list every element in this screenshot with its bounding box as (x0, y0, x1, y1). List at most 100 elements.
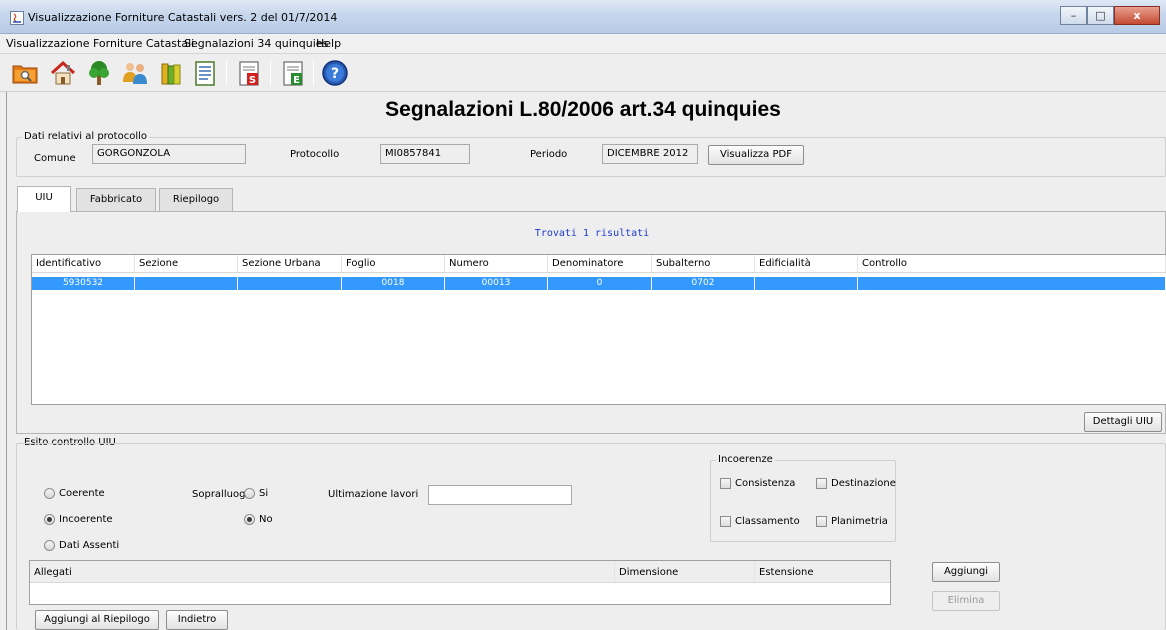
incoerenze-group (710, 460, 896, 542)
document-s-icon[interactable]: S (234, 58, 264, 88)
column-header[interactable]: Foglio (342, 255, 445, 272)
menubar: Visualizzazione Forniture Catastali Segn… (0, 34, 1166, 54)
toolbar-separator (270, 60, 271, 86)
document-list-icon[interactable] (190, 58, 220, 88)
svg-text:?: ? (331, 66, 339, 82)
checkbox-destinazione[interactable]: Destinazione (816, 478, 896, 489)
indietro-button[interactable]: Indietro (166, 610, 228, 630)
radio-button-selected-icon (244, 514, 255, 525)
uiu-table-header: Identificativo Sezione Sezione Urbana Fo… (32, 255, 1166, 273)
radio-dati-assenti[interactable]: Dati Assenti (44, 540, 119, 551)
checkbox-planimetria[interactable]: Planimetria (816, 516, 888, 527)
toolbar-separator (226, 60, 227, 86)
help-icon[interactable]: ? (320, 58, 350, 88)
menu-visualizzazione[interactable]: Visualizzazione Forniture Catastali (6, 37, 194, 50)
aggiungi-button[interactable]: Aggiungi (932, 562, 1000, 582)
column-header[interactable]: Sezione (135, 255, 238, 272)
tab-panel-uiu: Trovati 1 risultati Identificativo Sezio… (16, 211, 1166, 434)
people-icon[interactable] (120, 58, 150, 88)
document-e-icon[interactable]: E (278, 58, 308, 88)
checkbox-icon (720, 478, 731, 489)
column-header[interactable]: Controllo (858, 255, 1166, 272)
column-header[interactable]: Edificialità (755, 255, 858, 272)
window-left-border (6, 92, 7, 630)
comune-field[interactable]: GORGONZOLA (92, 144, 246, 164)
column-header[interactable]: Estensione (755, 561, 890, 582)
radio-button-icon (44, 540, 55, 551)
checkbox-consistenza[interactable]: Consistenza (720, 478, 795, 489)
close-button[interactable]: x (1114, 6, 1160, 25)
table-cell (858, 277, 1166, 290)
checkbox-icon (816, 478, 827, 489)
aggiungi-al-riepilogo-button[interactable]: Aggiungi al Riepilogo (35, 610, 159, 630)
radio-button-icon (44, 488, 55, 499)
sopralluogo-label: Sopralluogo (192, 489, 252, 500)
checkbox-icon (816, 516, 827, 527)
dettagli-uiu-button[interactable]: Dettagli UIU (1084, 412, 1162, 432)
window-titlebar[interactable]: Visualizzazione Forniture Catastali vers… (0, 0, 1166, 34)
table-cell: 5930532 (32, 277, 135, 290)
radio-button-icon (244, 488, 255, 499)
checkbox-planimetria-label: Planimetria (831, 516, 888, 527)
ultimazione-lavori-label: Ultimazione lavori (328, 489, 419, 500)
books-icon[interactable] (156, 58, 186, 88)
window-title: Visualizzazione Forniture Catastali vers… (28, 11, 338, 24)
ultimazione-lavori-input[interactable] (428, 485, 572, 505)
checkbox-consistenza-label: Consistenza (735, 478, 796, 489)
column-header[interactable]: Dimensione (615, 561, 755, 582)
radio-coerente-label: Coerente (59, 488, 105, 499)
tree-icon[interactable] (84, 58, 114, 88)
tab-riepilogo[interactable]: Riepilogo (159, 188, 233, 212)
maximize-button[interactable]: □ (1087, 6, 1114, 25)
checkbox-icon (720, 516, 731, 527)
table-cell: 0702 (652, 277, 755, 290)
periodo-label: Periodo (530, 149, 568, 160)
elimina-button[interactable]: Elimina (932, 591, 1000, 611)
maximize-icon: □ (1095, 9, 1106, 22)
house-icon[interactable] (48, 58, 78, 88)
svg-text:E: E (293, 75, 300, 86)
table-cell (135, 277, 238, 290)
folder-search-icon[interactable] (10, 58, 40, 88)
table-row[interactable]: 5930532 0018 00013 0 0702 (32, 277, 1166, 290)
periodo-field[interactable]: DICEMBRE 2012 (602, 144, 698, 164)
allegati-table-header: Allegati Dimensione Estensione (30, 561, 890, 583)
radio-sopralluogo-no[interactable]: No (244, 514, 273, 525)
checkbox-destinazione-label: Destinazione (831, 478, 896, 489)
column-header[interactable]: Numero (445, 255, 548, 272)
radio-coerente[interactable]: Coerente (44, 488, 105, 499)
radio-dati-assenti-label: Dati Assenti (59, 540, 120, 551)
radio-no-label: No (259, 514, 273, 525)
menu-segnalazioni[interactable]: Segnalazioni 34 quinquies (184, 37, 328, 50)
column-header[interactable]: Identificativo (32, 255, 135, 272)
radio-incoerente-label: Incoerente (59, 514, 113, 525)
comune-label: Comune (34, 153, 76, 164)
protocol-group-label: Dati relativi al protocollo (22, 131, 150, 142)
column-header[interactable]: Allegati (30, 561, 615, 582)
incoerenze-label: Incoerenze (716, 454, 775, 465)
table-cell (238, 277, 342, 290)
column-header[interactable]: Denominatore (548, 255, 652, 272)
protocollo-field[interactable]: MI0857841 (380, 144, 470, 164)
visualizza-pdf-button[interactable]: Visualizza PDF (708, 145, 804, 165)
table-cell: 0 (548, 277, 652, 290)
checkbox-classamento-label: Classamento (735, 516, 800, 527)
protocollo-label: Protocollo (290, 149, 340, 160)
radio-sopralluogo-si[interactable]: Si (244, 488, 268, 499)
minimize-button[interactable]: – (1060, 6, 1087, 25)
uiu-table: Identificativo Sezione Sezione Urbana Fo… (31, 254, 1166, 405)
table-cell: 0018 (342, 277, 445, 290)
table-cell: 00013 (445, 277, 548, 290)
checkbox-classamento[interactable]: Classamento (720, 516, 800, 527)
svg-text:S: S (249, 75, 256, 86)
page-title: Segnalazioni L.80/2006 art.34 quinquies (385, 98, 781, 121)
minimize-icon: – (1070, 9, 1077, 22)
tab-fabbricato[interactable]: Fabbricato (76, 188, 156, 212)
menu-help[interactable]: Help (316, 37, 341, 50)
tab-uiu[interactable]: UIU (17, 186, 71, 212)
radio-incoerente[interactable]: Incoerente (44, 514, 113, 525)
close-icon: x (1133, 9, 1141, 22)
toolbar-separator (313, 60, 314, 86)
column-header[interactable]: Sezione Urbana (238, 255, 342, 272)
column-header[interactable]: Subalterno (652, 255, 755, 272)
